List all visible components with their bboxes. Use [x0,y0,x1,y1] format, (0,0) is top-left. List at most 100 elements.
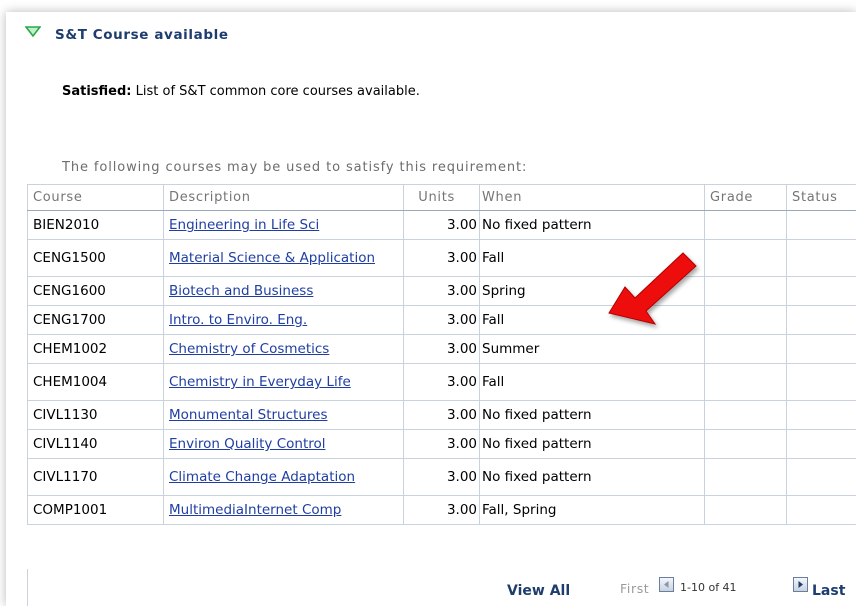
course-code: CHEM1002 [27,334,164,364]
table-row: CIVL1130 Monumental Structures 3.00 No f… [27,400,856,430]
column-header-units[interactable]: Units [403,184,480,211]
course-grade [704,458,787,496]
course-when: No fixed pattern [479,210,705,240]
section-title[interactable]: S&T Course available [55,27,229,43]
course-units: 3.00 [403,334,480,364]
course-code: BIEN2010 [27,210,164,240]
column-header-when[interactable]: When [479,184,705,211]
courses-table: Course Description Units When Grade Stat… [27,184,856,525]
course-code: CENG1700 [27,305,164,335]
course-grade [704,495,787,525]
table-header-row: Course Description Units When Grade Stat… [27,184,856,211]
course-grade [704,276,787,306]
course-code: CIVL1170 [27,458,164,496]
red-arrow-icon [608,252,697,325]
course-when: No fixed pattern [479,429,705,459]
column-header-status[interactable]: Status [786,184,856,211]
course-grade [704,210,787,240]
course-status [786,334,856,364]
triangle-down-icon[interactable] [25,26,41,38]
course-description-cell: Environ Quality Control [163,429,404,459]
column-header-grade[interactable]: Grade [704,184,787,211]
requirement-status: Satisfied: List of S&T common core cours… [62,84,420,99]
course-code: CIVL1140 [27,429,164,459]
prev-page-button[interactable] [659,577,674,592]
last-page-link[interactable]: Last [812,583,845,599]
arrow-left-icon [664,581,669,588]
course-when: Fall, Spring [479,495,705,525]
course-grade [704,334,787,364]
course-description-link[interactable]: Material Science & Application [169,250,398,266]
course-description-link[interactable]: Environ Quality Control [169,436,398,452]
course-units: 3.00 [403,239,480,277]
course-description-cell: MultimediaInternet Comp [163,495,404,525]
course-units: 3.00 [403,363,480,401]
course-description-cell: Chemistry of Cosmetics [163,334,404,364]
column-header-course[interactable]: Course [27,184,164,211]
course-description-link[interactable]: Chemistry in Everyday Life [169,374,398,390]
course-status [786,239,856,277]
table-row: CHEM1004 Chemistry in Everyday Life 3.00… [27,363,856,401]
table-row: CENG1600 Biotech and Business 3.00 Sprin… [27,276,856,306]
course-code: CENG1500 [27,239,164,277]
course-description-link[interactable]: Monumental Structures [169,407,398,423]
course-description-link[interactable]: Engineering in Life Sci [169,217,398,233]
course-units: 3.00 [403,400,480,430]
course-units: 3.00 [403,495,480,525]
first-page-label: First [620,581,650,596]
course-status [786,276,856,306]
course-status [786,363,856,401]
course-code: CIVL1130 [27,400,164,430]
course-when: No fixed pattern [479,458,705,496]
course-status [786,458,856,496]
course-grade [704,363,787,401]
status-text: List of S&T common core courses availabl… [135,84,420,99]
course-units: 3.00 [403,276,480,306]
course-description-link[interactable]: Chemistry of Cosmetics [169,341,398,357]
table-row: BIEN2010 Engineering in Life Sci 3.00 No… [27,210,856,240]
table-row: CHEM1002 Chemistry of Cosmetics 3.00 Sum… [27,334,856,364]
course-status [786,210,856,240]
table-row: COMP1001 MultimediaInternet Comp 3.00 Fa… [27,495,856,525]
course-description-link[interactable]: Biotech and Business [169,283,398,299]
course-when: No fixed pattern [479,400,705,430]
course-grade [704,429,787,459]
course-code: CENG1600 [27,276,164,306]
table-row: CIVL1170 Climate Change Adaptation 3.00 … [27,458,856,496]
course-units: 3.00 [403,458,480,496]
course-units: 3.00 [403,210,480,240]
table-row: CENG1500 Material Science & Application … [27,239,856,277]
course-status [786,400,856,430]
course-description-cell: Biotech and Business [163,276,404,306]
next-page-button[interactable] [793,577,808,592]
course-when: Summer [479,334,705,364]
course-grade [704,305,787,335]
view-all-link[interactable]: View All [507,583,570,599]
course-units: 3.00 [403,429,480,459]
course-status [786,305,856,335]
course-description-cell: Chemistry in Everyday Life [163,363,404,401]
course-description-cell: Monumental Structures [163,400,404,430]
course-description-link[interactable]: Intro. to Enviro. Eng. [169,312,398,328]
column-header-description[interactable]: Description [163,184,404,211]
course-description-cell: Intro. to Enviro. Eng. [163,305,404,335]
course-description-cell: Material Science & Application [163,239,404,277]
table-row: CIVL1140 Environ Quality Control 3.00 No… [27,429,856,459]
course-description-cell: Engineering in Life Sci [163,210,404,240]
status-label: Satisfied: [62,84,132,99]
course-code: CHEM1004 [27,363,164,401]
course-when: Fall [479,363,705,401]
course-description-link[interactable]: Climate Change Adaptation [169,469,398,485]
arrow-right-icon [798,581,803,588]
course-status [786,429,856,459]
page-range: 1-10 of 41 [680,581,737,594]
course-description-link[interactable]: MultimediaInternet Comp [169,502,398,518]
pagination-bar: View All First 1-10 of 41 Last [27,569,856,606]
course-grade [704,400,787,430]
course-code: COMP1001 [27,495,164,525]
course-units: 3.00 [403,305,480,335]
course-description-cell: Climate Change Adaptation [163,458,404,496]
table-row: CENG1700 Intro. to Enviro. Eng. 3.00 Fal… [27,305,856,335]
course-grade [704,239,787,277]
table-caption: The following courses may be used to sat… [62,160,528,175]
